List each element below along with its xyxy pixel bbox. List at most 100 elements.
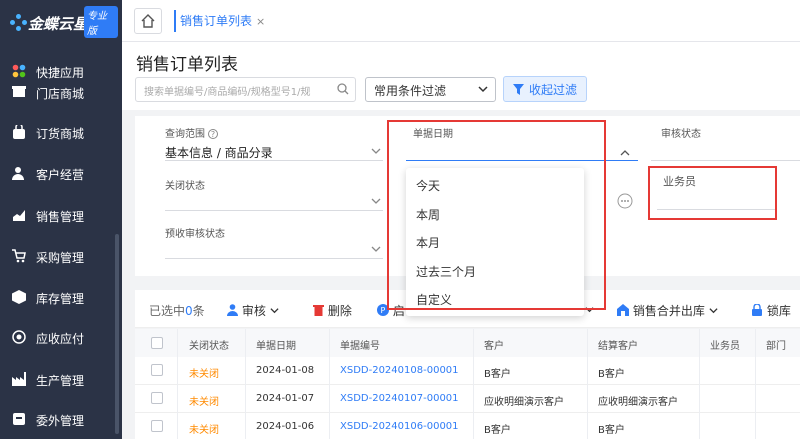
- row-date: 2024-01-07: [256, 393, 315, 404]
- column-header[interactable]: 单据日期: [256, 329, 296, 357]
- sidebar: 金蝶云星辰 专业版 快捷应用 门店商城 订货商城 客户经营 销售管理 采购管理 …: [0, 0, 122, 439]
- funnel-icon: [512, 83, 524, 95]
- sidebar-item-purchase[interactable]: 采购管理: [0, 243, 114, 271]
- sidebar-item-label: 订货商城: [36, 126, 85, 141]
- scope-label: 查询范围?: [165, 125, 218, 140]
- close-status-label: 关闭状态: [165, 181, 205, 192]
- table-row[interactable]: 未关闭 2024-01-07 XSDD-20240107-00001 应收明细演…: [135, 385, 800, 413]
- chevron-down-icon[interactable]: [371, 244, 381, 254]
- row-customer: 应收明细演示客户: [484, 397, 564, 408]
- home-tab[interactable]: [134, 8, 162, 34]
- table-header-row: [135, 329, 800, 357]
- column-divider: [587, 329, 588, 439]
- row-checkbox[interactable]: [151, 392, 163, 404]
- user-icon: [227, 304, 238, 316]
- row-number-link[interactable]: XSDD-20240108-00001: [340, 365, 459, 376]
- customer-icon: [12, 166, 28, 182]
- prepay-status-field[interactable]: [165, 258, 383, 259]
- sidebar-item-label: 应收应付: [36, 331, 85, 346]
- sales-chart-icon: [12, 208, 28, 224]
- sidebar-scrollbar[interactable]: [115, 234, 119, 434]
- audit-status-label: 审核状态: [661, 129, 701, 140]
- help-icon[interactable]: ?: [208, 129, 218, 139]
- audit-button[interactable]: 审核: [227, 302, 279, 319]
- sidebar-item-label: 库存管理: [36, 291, 85, 306]
- row-customer: B客户: [484, 369, 511, 380]
- store-icon: [12, 85, 28, 101]
- row-number-link[interactable]: XSDD-20240106-00001: [340, 421, 459, 432]
- tab-label: 销售订单列表: [180, 14, 253, 28]
- svg-text:P: P: [381, 306, 386, 315]
- column-header[interactable]: 关闭状态: [189, 329, 229, 357]
- date-highlight-box: [387, 120, 606, 310]
- sidebar-item-store[interactable]: 门店商城: [0, 79, 114, 107]
- sidebar-item-ar-ap[interactable]: 应收应付: [0, 324, 114, 352]
- column-divider: [245, 329, 246, 439]
- close-status-field[interactable]: [165, 210, 383, 211]
- orders-table: 关闭状态 单据日期 单据编号 客户 结算客户 业务员 部门 未关闭 2024-0…: [135, 329, 800, 439]
- delete-button[interactable]: 删除: [313, 302, 352, 319]
- chevron-down-icon: [478, 86, 488, 93]
- search-icon[interactable]: [337, 83, 349, 95]
- table-row[interactable]: 未关闭 2024-01-06 XSDD-20240106-00001 B客户 B…: [135, 413, 800, 439]
- page-header: 销售订单列表 搜索单据编号/商品编码/规格型号1/规 常用条件过滤 收起过滤: [122, 42, 800, 110]
- sidebar-item-outsource[interactable]: 委外管理: [0, 406, 114, 434]
- column-divider: [755, 329, 756, 439]
- chevron-down-icon[interactable]: [371, 146, 381, 156]
- row-checkbox[interactable]: [151, 364, 163, 376]
- sidebar-item-label: 委外管理: [36, 413, 85, 428]
- select-all-checkbox[interactable]: [151, 337, 163, 349]
- sidebar-item-label: 门店商城: [36, 86, 85, 101]
- merge-out-button[interactable]: 销售合并出库: [617, 302, 718, 319]
- sidebar-item-label: 生产管理: [36, 373, 85, 388]
- scope-value[interactable]: 基本信息 / 商品分录: [165, 144, 273, 161]
- column-divider: [329, 329, 330, 439]
- sidebar-item-customers[interactable]: 客户经营: [0, 160, 114, 188]
- chevron-up-icon[interactable]: [620, 148, 630, 158]
- prepay-status-label: 预收审核状态: [165, 229, 225, 240]
- row-date: 2024-01-08: [256, 365, 315, 376]
- column-header[interactable]: 结算客户: [598, 329, 638, 357]
- collapse-filter-button[interactable]: 收起过滤: [503, 76, 587, 102]
- tab-bar: 销售订单列表 ×: [122, 0, 800, 42]
- apps-icon: [12, 64, 28, 80]
- search-placeholder: 搜索单据编号/商品编码/规格型号1/规: [144, 87, 311, 98]
- outsource-icon: [12, 412, 28, 428]
- sidebar-item-inventory[interactable]: 库存管理: [0, 284, 114, 312]
- payment-icon: [12, 330, 28, 346]
- chevron-down-icon: [709, 308, 718, 314]
- lock-stock-button[interactable]: 锁库: [751, 302, 791, 319]
- edition-badge: 专业版: [84, 6, 118, 38]
- sidebar-item-order-mall[interactable]: 订货商城: [0, 119, 114, 147]
- chevron-down-icon[interactable]: [371, 196, 381, 206]
- brand-logo[interactable]: 金蝶云星辰 专业版: [6, 6, 118, 38]
- home-icon: [141, 14, 155, 28]
- row-number-link[interactable]: XSDD-20240107-00001: [340, 393, 459, 404]
- sidebar-item-production[interactable]: 生产管理: [0, 366, 114, 394]
- close-icon[interactable]: ×: [256, 15, 265, 28]
- column-divider: [473, 329, 474, 439]
- tab-divider: [174, 10, 176, 32]
- logo-dots-icon: [10, 14, 28, 32]
- audit-status-field[interactable]: [651, 160, 800, 161]
- lock-icon: [752, 303, 762, 316]
- row-status: 未关闭: [189, 397, 219, 408]
- row-settle-customer: B客户: [598, 425, 625, 436]
- column-header[interactable]: 客户: [484, 329, 504, 357]
- row-status: 未关闭: [189, 425, 219, 436]
- row-settle-customer: B客户: [598, 369, 625, 380]
- column-header[interactable]: 单据编号: [340, 329, 380, 357]
- more-icon[interactable]: [617, 193, 633, 209]
- bag-icon: [12, 123, 28, 141]
- column-header[interactable]: 业务员: [710, 329, 740, 357]
- common-filter-select[interactable]: 常用条件过滤: [365, 77, 496, 102]
- cart-icon: [12, 249, 28, 265]
- row-status: 未关闭: [189, 369, 219, 380]
- search-input[interactable]: 搜索单据编号/商品编码/规格型号1/规: [135, 77, 356, 102]
- column-header[interactable]: 部门: [766, 329, 786, 357]
- tab-sales-order-list[interactable]: 销售订单列表 ×: [180, 12, 265, 29]
- scope-underline: [165, 160, 383, 161]
- table-row[interactable]: 未关闭 2024-01-08 XSDD-20240108-00001 B客户 B…: [135, 357, 800, 385]
- sidebar-item-sales[interactable]: 销售管理: [0, 202, 114, 230]
- row-checkbox[interactable]: [151, 420, 163, 432]
